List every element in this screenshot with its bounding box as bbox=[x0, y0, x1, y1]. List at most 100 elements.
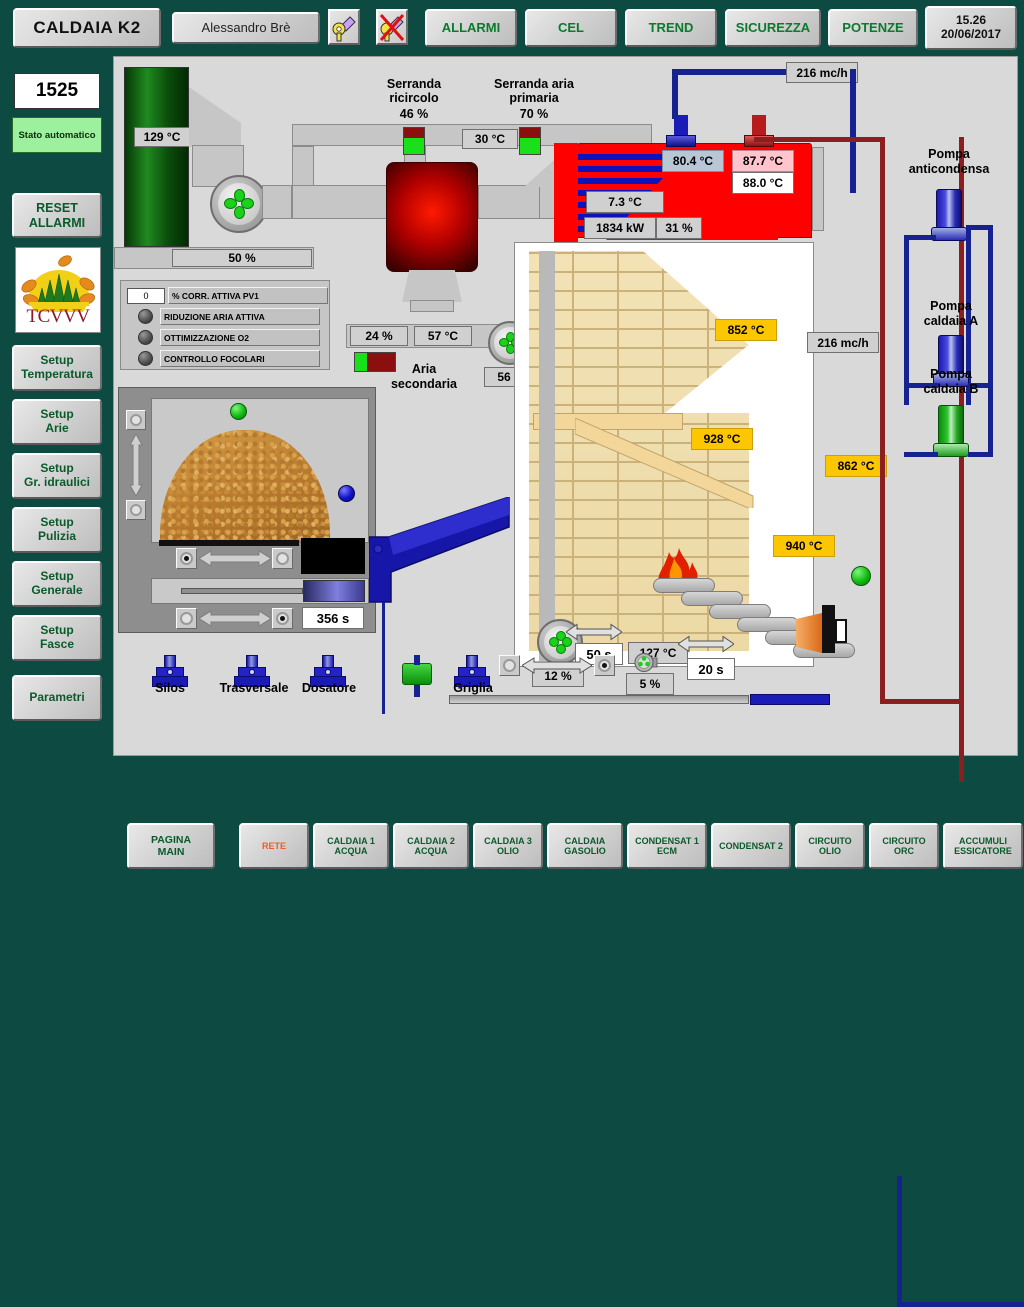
sidebar-item-setup-pulizia[interactable]: Setup Pulizia bbox=[12, 507, 102, 553]
bottom-nav-pagina-main[interactable]: PAGINA MAIN bbox=[127, 823, 215, 869]
parametri-label: Parametri bbox=[29, 690, 85, 705]
bottom-nav-caldaia-3-olio[interactable]: CALDAIA 3 OLIO bbox=[473, 823, 543, 869]
griglia-left-ring-button[interactable] bbox=[499, 655, 520, 676]
pump-caldaia-b-body[interactable] bbox=[938, 405, 964, 445]
plant-mimic-panel: 129 °C 50 % Serranda ricircolo 46 % Serr… bbox=[113, 56, 1024, 1307]
bottom-nav-circuito-olio[interactable]: CIRCUITO OLIO bbox=[795, 823, 865, 869]
hx-cold-flange bbox=[666, 135, 696, 147]
nav-cel-button[interactable]: CEL bbox=[525, 9, 617, 47]
nav-allarmi-button[interactable]: ALLARMI bbox=[425, 9, 517, 47]
hx-power-pct-tag: 31 % bbox=[656, 217, 702, 239]
damper-recirc-indicator[interactable] bbox=[403, 127, 425, 155]
pusher-right-motor-button[interactable] bbox=[272, 608, 293, 629]
sidebar-item-setup-arie[interactable]: Setup Arie bbox=[12, 399, 102, 445]
furnace-left-column bbox=[539, 251, 555, 661]
bottom-nav-accumuli-essicatore[interactable]: ACCUMULI ESSICATORE bbox=[943, 823, 1023, 869]
indicator-label-pv1: % CORR. ATTIVA PV1 bbox=[168, 287, 328, 304]
equipment-label-silos: Silos bbox=[155, 681, 185, 695]
air-heater-hopper bbox=[402, 270, 462, 302]
hx-power-tag: 1834 kW bbox=[584, 217, 656, 239]
pusher-rod bbox=[181, 588, 303, 594]
bottom-nav-rete[interactable]: RETE bbox=[239, 823, 309, 869]
indicator-label-ottimizzazione-o2: OTTIMIZZAZIONE O2 bbox=[160, 329, 320, 346]
lamp-controllo-focolari bbox=[138, 351, 153, 366]
duct-left-riser bbox=[292, 146, 314, 186]
company-logo: TCVVV bbox=[15, 247, 101, 333]
ash-door-handle bbox=[835, 619, 847, 643]
nav-potenze-button[interactable]: POTENZE bbox=[828, 9, 918, 47]
bottom-nav-caldaia-2-acqua[interactable]: CALDAIA 2 ACQUA bbox=[393, 823, 469, 869]
hx-hot-temp-tag: 87.7 °C bbox=[732, 150, 794, 172]
sidebar-item-setup-gr-idraulici[interactable]: Setup Gr. idraulici bbox=[12, 453, 102, 499]
hopper-down-ring-button[interactable] bbox=[126, 500, 146, 520]
fuel-store-panel: 356 s bbox=[118, 387, 376, 633]
bottom-nav-condensat-1-ecm[interactable]: CONDENSAT 1 ECM bbox=[627, 823, 707, 869]
bottom-nav-bar: PAGINA MAIN RETE CALDAIA 1 ACQUA CALDAIA… bbox=[114, 815, 1024, 876]
ash-screw-conveyor bbox=[449, 695, 749, 704]
grate-arrow-2-icon bbox=[678, 635, 734, 653]
reset-label-line2: ALLARMI bbox=[28, 215, 86, 230]
cold-pipe-drop bbox=[672, 69, 678, 119]
furnace-chamber: 852 °C 928 °C 862 °C 940 °C bbox=[514, 242, 887, 667]
setup-gr-idraulici-l2: Gr. idraulici bbox=[23, 475, 91, 489]
grate-arrow-1-icon bbox=[566, 623, 622, 641]
griglia-right-ring-button[interactable]: Ceneri bbox=[594, 655, 1024, 1307]
pump-anticondensa-label-2: anticondensa bbox=[908, 162, 990, 176]
hopper-vertical-arrow-icon bbox=[130, 434, 143, 496]
pusher-left-ring-button[interactable] bbox=[176, 608, 197, 629]
damper-primary-indicator[interactable] bbox=[519, 127, 541, 155]
pump-common-header bbox=[988, 225, 993, 457]
furnace-temp-940-tag: 940 °C bbox=[773, 535, 835, 557]
hopper-motor-right-button[interactable] bbox=[272, 548, 293, 569]
bottom-nav-caldaia-1-acqua[interactable]: CALDAIA 1 ACQUA bbox=[313, 823, 389, 869]
key-logout-icon[interactable] bbox=[376, 9, 408, 45]
damper-primary-value: 70 % bbox=[519, 107, 549, 121]
caldaia1-l2: ACQUA bbox=[334, 846, 368, 856]
pagina-main-l2: MAIN bbox=[157, 846, 185, 858]
caldaia3-l1: CALDAIA 3 bbox=[484, 835, 532, 846]
furnace-temp-928-tag: 928 °C bbox=[691, 428, 753, 450]
pv1-value-field[interactable]: 0 bbox=[127, 287, 165, 304]
pusher-horizontal-arrow-icon bbox=[199, 610, 271, 627]
circuito-olio-l1: CIRCUITO bbox=[808, 835, 852, 846]
setup-temperatura-l1: Setup bbox=[40, 353, 74, 368]
grate-small-fan-icon[interactable] bbox=[634, 652, 658, 673]
secondary-air-label-1: Aria bbox=[411, 362, 437, 376]
pump-anticondensa-label-1: Pompa bbox=[928, 147, 970, 161]
caldaia-gasolio-l1: CALDAIA bbox=[564, 835, 606, 846]
sidebar-item-setup-fasce[interactable]: Setup Fasce bbox=[12, 615, 102, 661]
fan-outlet-duct bbox=[262, 185, 292, 219]
bottom-nav-caldaia-gasolio[interactable]: CALDAIA GASOLIO bbox=[547, 823, 623, 869]
key-login-icon[interactable] bbox=[328, 9, 360, 45]
page-title-button[interactable]: CALDAIA K2 bbox=[13, 8, 161, 48]
flow-right-tag: 216 mc/h bbox=[807, 332, 879, 353]
sidebar-item-setup-temperatura[interactable]: Setup Temperatura bbox=[12, 345, 102, 391]
furnace-temp-852-tag: 852 °C bbox=[715, 319, 777, 341]
current-user-button[interactable]: Alessandro Brè bbox=[172, 12, 320, 44]
sidebar-item-parametri[interactable]: Parametri bbox=[12, 675, 102, 721]
hopper-motor-left-button[interactable] bbox=[176, 548, 197, 569]
valve-griglia-actuator[interactable] bbox=[402, 663, 432, 685]
pump-anticondensa-body[interactable] bbox=[936, 189, 962, 229]
chimney-fan-pct-tag: 50 % bbox=[172, 249, 312, 267]
induced-draft-fan-icon[interactable] bbox=[210, 175, 268, 233]
duct-temp-30-tag: 30 °C bbox=[462, 129, 518, 149]
lamp-ottimizzazione-o2 bbox=[138, 330, 153, 345]
bottom-nav-circuito-orc[interactable]: CIRCUITO ORC bbox=[869, 823, 939, 869]
heater-right-duct bbox=[478, 185, 540, 219]
nav-sicurezza-button[interactable]: SICUREZZA bbox=[725, 9, 821, 47]
fuel-store-bin bbox=[151, 398, 369, 543]
clock-display[interactable]: 15.26 20/06/2017 bbox=[925, 6, 1017, 50]
logo-text: TCVVV bbox=[26, 306, 90, 327]
circuito-orc-l1: CIRCUITO bbox=[882, 835, 926, 846]
setup-generale-l1: Setup bbox=[40, 569, 74, 584]
caldaia3-l2: OLIO bbox=[497, 846, 519, 856]
grate-fan2-pct-tag: 5 % bbox=[626, 673, 674, 695]
reset-alarms-button[interactable]: RESET ALLARMI bbox=[12, 193, 102, 238]
nav-trend-button[interactable]: TREND bbox=[625, 9, 717, 47]
hopper-up-ring-button[interactable] bbox=[126, 410, 146, 430]
sidebar-item-setup-generale[interactable]: Setup Generale bbox=[12, 561, 102, 607]
pagina-main-l1: PAGINA bbox=[150, 833, 192, 846]
chimney-diagonal-duct bbox=[189, 87, 241, 147]
bottom-nav-condensat-2[interactable]: CONDENSAT 2 bbox=[711, 823, 791, 869]
